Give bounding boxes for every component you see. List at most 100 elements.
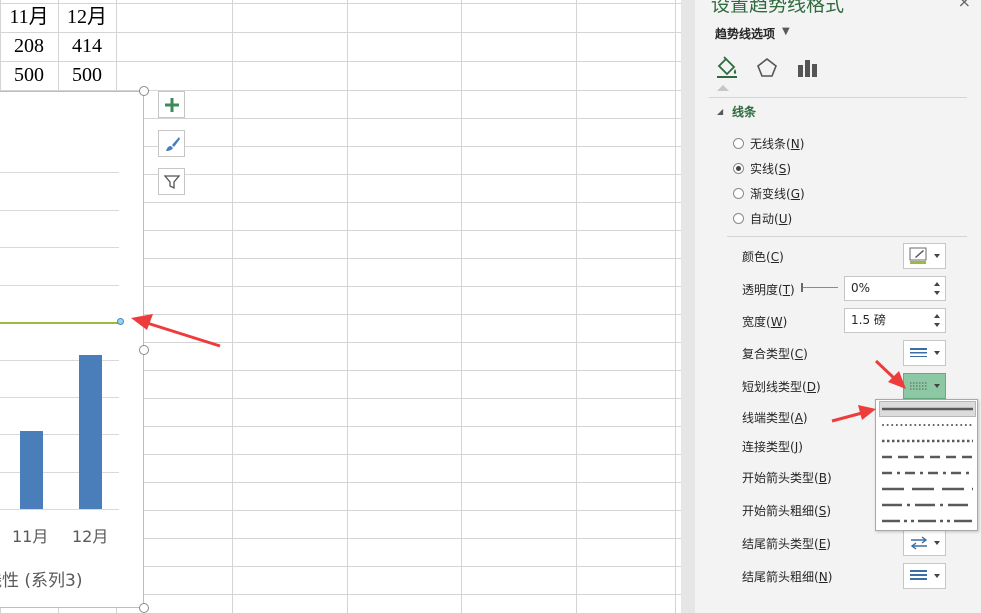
access-key: C [794, 347, 804, 361]
divider [727, 236, 967, 237]
compound-type-button[interactable] [903, 340, 946, 366]
label-text: 复合类型 [742, 347, 791, 361]
chevron-down-icon [934, 574, 940, 578]
color-picker-button[interactable] [903, 243, 946, 269]
chart-area[interactable]: 11月 12月 线性 (系列3) [0, 91, 144, 608]
compound-lines-icon [910, 348, 927, 357]
radio-indicator[interactable] [733, 187, 744, 199]
radio-label: 渐变线(G) [750, 186, 805, 201]
divider [709, 97, 967, 98]
label-text: 开始箭头粗细 [742, 504, 815, 518]
radio-gradient-line[interactable]: 渐变线(G) [733, 185, 805, 201]
round-dot-line-icon [882, 424, 973, 426]
x-tick-label: 12月 [72, 527, 109, 546]
bar-chart-icon [798, 60, 817, 77]
collapse-triangle-icon[interactable]: ◢ [717, 107, 723, 116]
slider-thumb[interactable] [801, 283, 803, 292]
dash-option-square-dot[interactable] [880, 434, 975, 448]
plus-icon [164, 97, 179, 112]
chart-filters-button[interactable] [158, 168, 185, 195]
chevron-down-icon[interactable]: ▼ [782, 26, 790, 37]
legend-text: 线性 (系列3) [0, 571, 83, 591]
access-key: A [794, 411, 803, 425]
spin-down-icon[interactable] [934, 323, 940, 327]
access-key: W [770, 315, 783, 329]
cell-target-11[interactable]: 500 [0, 61, 58, 90]
chart-bar-11[interactable] [20, 431, 43, 509]
dash-option-solid[interactable] [879, 401, 976, 417]
resize-handle[interactable] [139, 345, 149, 355]
end-arrow-type-button[interactable] [903, 530, 946, 556]
end-arrow-size-button[interactable] [903, 563, 946, 589]
label-text: 开始箭头类型 [742, 471, 815, 485]
transparency-input[interactable]: 0% [844, 276, 946, 301]
tab-options[interactable] [793, 54, 821, 82]
label-text: 连接类型 [742, 440, 791, 454]
dash-option-dash-dot[interactable] [880, 466, 975, 480]
cell-header-12[interactable]: 12月 [58, 3, 116, 32]
paint-bucket-icon [717, 56, 737, 78]
cell-value-11[interactable]: 208 [0, 32, 58, 61]
chart-gridline [0, 285, 119, 286]
dash-dot-line-icon [882, 471, 973, 475]
section-title-line[interactable]: 线条 [732, 103, 756, 120]
radio-solid-line[interactable]: 实线(S) [733, 160, 791, 176]
legend-entry[interactable]: 线性 (系列3) [0, 566, 82, 591]
line-weight-icon [910, 570, 927, 580]
cell-header-11[interactable]: 11月 [0, 3, 58, 32]
tab-effects[interactable] [753, 54, 781, 82]
tab-fill-line[interactable] [713, 54, 741, 82]
spin-down-icon[interactable] [934, 291, 940, 295]
radio-automatic[interactable]: 自动(U) [733, 210, 792, 226]
transparency-slider[interactable] [802, 287, 838, 288]
cap-type-label: 线端类型(A) [742, 411, 808, 425]
chart-bar-12[interactable] [79, 355, 102, 509]
chart-gridline [0, 247, 119, 248]
cell-target-12[interactable]: 500 [58, 61, 116, 90]
radio-label: 自动(U) [750, 211, 793, 226]
access-key: G [790, 186, 801, 201]
access-key: N [790, 136, 800, 151]
dash-type-label: 短划线类型(D) [742, 380, 821, 394]
chart-gridline [0, 172, 119, 173]
chart-gridline [0, 509, 119, 510]
dash-option-long-dash-dot[interactable] [880, 498, 975, 512]
spin-up-icon[interactable] [934, 282, 940, 286]
dash-type-button[interactable] [903, 373, 946, 399]
grid-column-line [232, 0, 233, 613]
radio-no-line[interactable]: 无线条(N) [733, 135, 804, 151]
resize-handle[interactable] [139, 603, 149, 613]
pen-color-icon [909, 247, 927, 264]
brush-icon [165, 136, 180, 151]
dash-option-long-dash[interactable] [880, 482, 975, 496]
cell-value-12[interactable]: 414 [58, 32, 116, 61]
access-key: D [806, 380, 816, 394]
dash-type-menu [875, 399, 978, 531]
dash-option-long-dash-dot-dot[interactable] [880, 514, 975, 528]
option-text: 无线条 [750, 136, 787, 151]
long-dash-line-icon [882, 487, 973, 491]
spin-up-icon[interactable] [934, 314, 940, 318]
end-arrow-size-label: 结尾箭头粗细(N) [742, 570, 833, 584]
option-text: 实线 [750, 161, 775, 176]
begin-arrow-size-label: 开始箭头粗细(S) [742, 504, 832, 518]
dash-option-dash[interactable] [880, 450, 975, 464]
x-tick-label: 11月 [12, 527, 49, 546]
active-tab-indicator [717, 85, 729, 91]
width-input[interactable]: 1.5 磅 [844, 308, 946, 333]
resize-handle[interactable] [139, 86, 149, 96]
long-dash-dot-line-icon [882, 503, 973, 507]
trendline-handle[interactable] [117, 318, 124, 325]
access-key: B [818, 471, 827, 485]
close-icon[interactable]: × [958, 0, 971, 11]
chart-elements-button[interactable] [158, 91, 185, 118]
radio-indicator[interactable] [733, 162, 744, 174]
radio-indicator[interactable] [733, 212, 744, 224]
transparency-label: 透明度(T) [742, 283, 795, 297]
chart-styles-button[interactable] [158, 130, 185, 157]
trendline-options-dropdown[interactable]: 趋势线选项 [715, 25, 775, 42]
panel-splitter[interactable] [681, 0, 695, 613]
radio-indicator[interactable] [733, 137, 744, 149]
dash-option-round-dot[interactable] [880, 418, 975, 432]
trendline[interactable] [0, 322, 121, 324]
